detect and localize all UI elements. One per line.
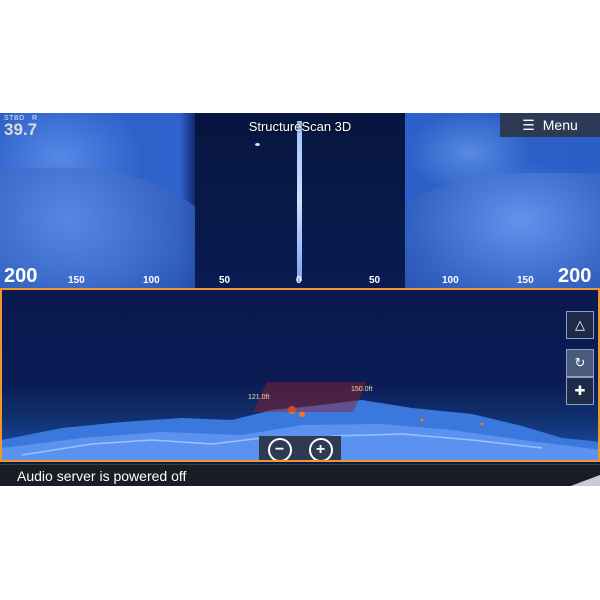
range-tick: 50 xyxy=(219,275,231,286)
zoom-in-button[interactable]: + xyxy=(308,438,333,460)
boat-track-line xyxy=(297,121,302,281)
pan-button[interactable]: ✚ xyxy=(566,377,594,405)
rotate-button[interactable]: ↻ xyxy=(566,349,594,377)
resize-corner-icon[interactable] xyxy=(568,475,600,486)
pan-crosshair-icon: ✚ xyxy=(574,383,586,398)
range-tick: 150 xyxy=(68,275,85,286)
sonar-display: STBD R 39.7 StructureScan 3D ☰ Menu 200 … xyxy=(0,113,600,486)
structure-3d-view[interactable]: 121.0ft 150.0ft △ ↻ ✚ − + xyxy=(0,288,600,462)
zoom-controls: − + xyxy=(259,436,341,460)
range-tick: 50 xyxy=(369,275,381,286)
camera-view-icon: △ xyxy=(575,317,585,332)
camera-view-button[interactable]: △ xyxy=(566,311,594,339)
rotate-icon: ↻ xyxy=(574,355,586,370)
range-right-max: 200 xyxy=(558,265,592,287)
sonar-target xyxy=(255,143,260,146)
status-bar: Audio server is powered off xyxy=(0,464,600,486)
menu-label: Menu xyxy=(542,117,578,133)
depth-plane-marker xyxy=(253,382,367,412)
sidescan-view[interactable]: STBD R 39.7 StructureScan 3D ☰ Menu 200 … xyxy=(0,113,600,288)
zoom-out-button[interactable]: − xyxy=(267,438,292,460)
hamburger-icon: ☰ xyxy=(522,116,535,133)
status-message: Audio server is powered off xyxy=(17,468,187,484)
depth-marker-label: 150.0ft xyxy=(351,386,373,393)
range-left-max: 200 xyxy=(4,265,38,287)
range-tick: 100 xyxy=(442,275,459,286)
range-tick: 150 xyxy=(517,275,534,286)
range-tick: 0 xyxy=(296,275,302,286)
range-tick: 100 xyxy=(143,275,160,286)
menu-button[interactable]: ☰ Menu xyxy=(500,113,600,137)
depth-marker-label: 121.0ft xyxy=(248,394,270,401)
